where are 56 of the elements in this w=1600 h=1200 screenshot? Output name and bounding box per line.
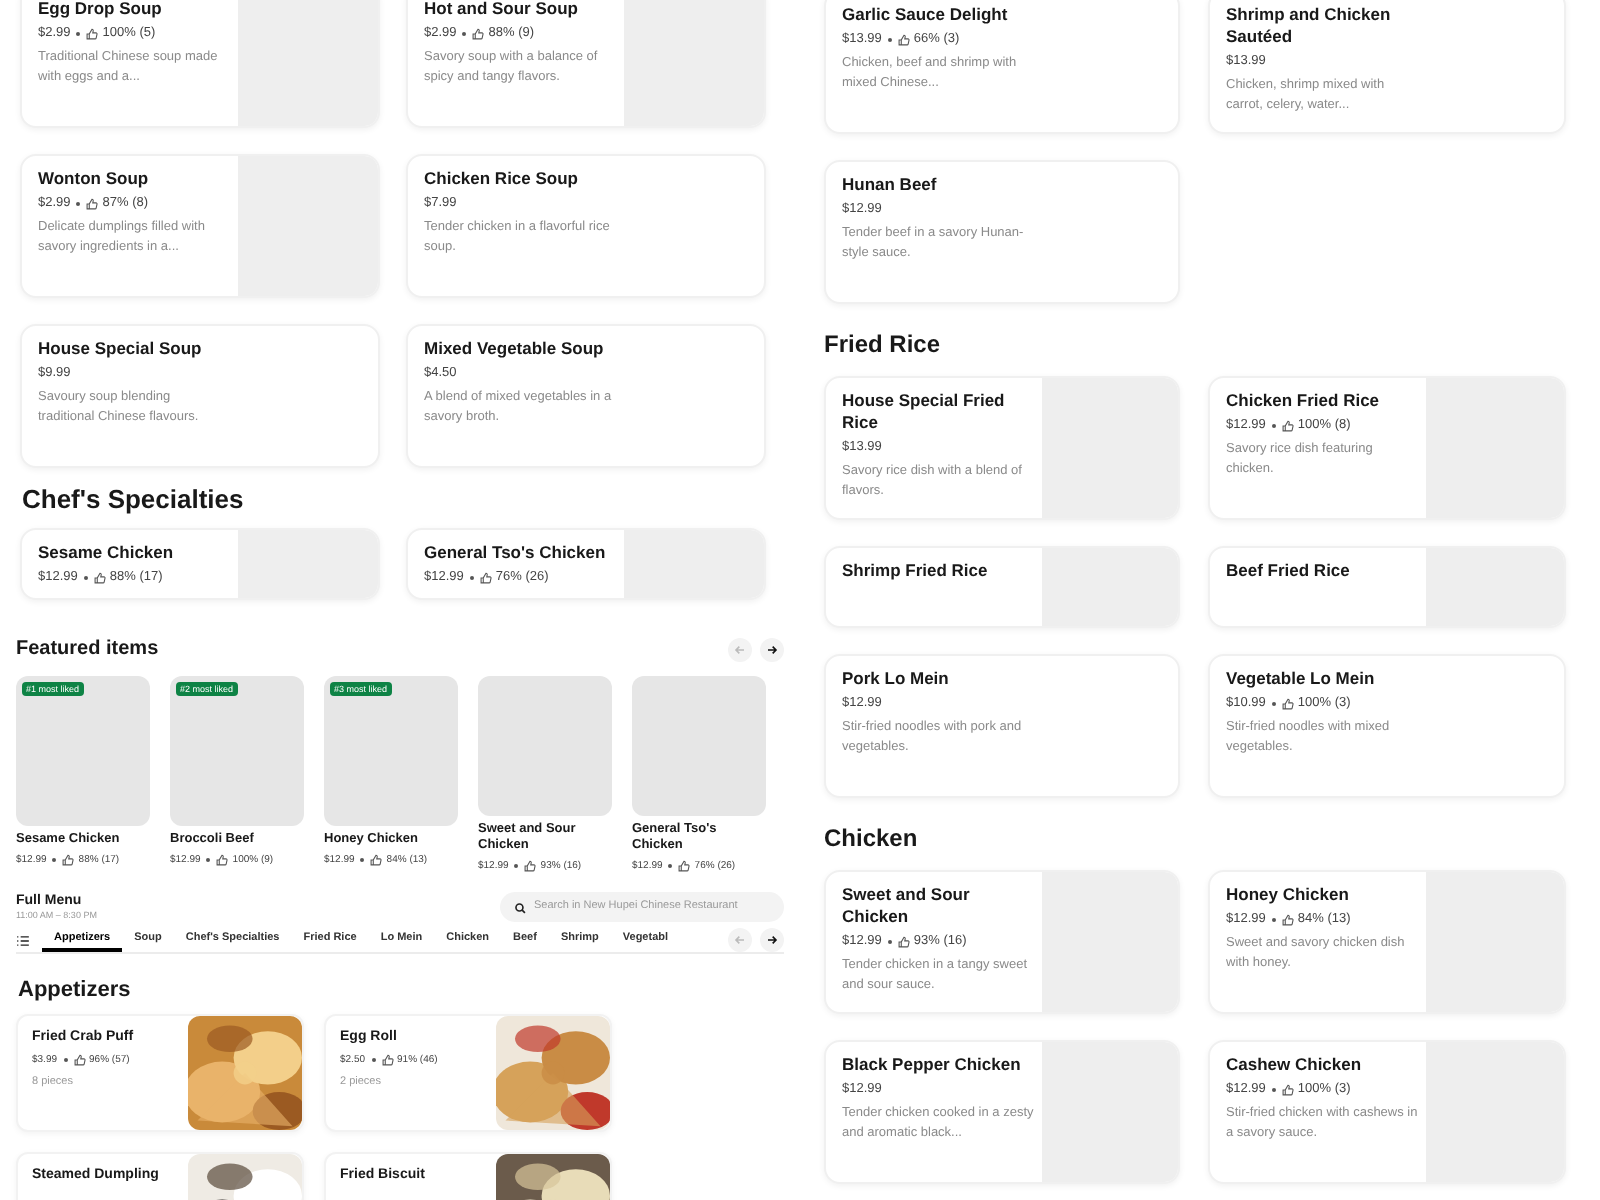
thumbs-up-icon [897,936,910,948]
item-name: Vegetable Lo Mein [1226,668,1377,690]
thumbs-up-icon [897,34,910,46]
item-name: Mixed Vegetable Soup [424,338,606,360]
thumbs-up-icon [370,854,383,866]
item-name: Honey Chicken [1226,884,1351,906]
menu-item-card[interactable]: Shrimp Fried Rice [824,546,1180,628]
item-name: Cashew Chicken [1226,1054,1364,1076]
item-name: Beef Fried Rice [1226,560,1352,582]
thumbs-up-icon [524,860,537,872]
left-arrow-icon [732,641,748,657]
image-placeholder[interactable] [632,676,766,816]
item-name: Sweet and Sour Chicken [842,884,972,928]
next-button[interactable] [760,928,784,952]
thumbs-up-icon [216,854,229,866]
thumbs-up-icon [479,572,492,584]
item-name: Pork Lo Mein [842,668,951,690]
item-name: General Tso's Chicken [424,542,608,564]
thumbs-up-icon [381,1054,394,1066]
menu-item-card[interactable]: Beef Fried Rice [1208,546,1566,628]
item-name: Hunan Beef [842,174,939,196]
thumbs-up-icon [678,860,691,872]
section-heading: Featured items [16,636,159,664]
item-name: House Special Fried Rice [842,390,1007,434]
item-name: Garlic Sauce Delight [842,4,1010,26]
section-heading: Fried Rice [822,328,943,360]
item-name: Hot and Sour Soup [424,0,580,20]
thumbs-up-icon [73,1054,86,1066]
thumbs-up-icon [1281,914,1294,926]
item-name: House Special Soup [38,338,204,360]
item-name: Sesame Chicken [38,542,176,564]
right-arrow-icon [764,932,780,948]
thumbs-up-icon [93,572,106,584]
search-icon [514,901,526,913]
item-name: Shrimp Fried Rice [842,560,990,582]
right-arrow-icon [764,641,780,657]
thumbs-up-icon [472,28,485,40]
left-arrow-icon [732,932,748,948]
item-name: Egg Drop Soup [38,0,164,20]
thumbs-up-icon [1281,698,1294,710]
item-name: Shrimp and Chicken Sautéed [1226,4,1393,48]
item-name: Chicken Fried Rice [1226,390,1382,412]
thumbs-up-icon [62,854,75,866]
thumbs-up-icon [1281,420,1294,432]
item-name: Black Pepper Chicken [842,1054,1023,1076]
item-name: Wonton Soup [38,168,151,190]
thumbs-up-icon [86,28,99,40]
thumbs-up-icon [86,198,99,210]
section-heading: Chef's Specialties [20,484,246,516]
section-heading: Chicken [822,822,920,854]
next-button[interactable] [760,637,784,661]
section-heading: Appetizers [16,976,133,1004]
thumbs-up-icon [1281,1084,1294,1096]
item-name: Chicken Rice Soup [424,168,580,190]
list-icon [16,933,30,947]
image-placeholder[interactable] [478,676,612,816]
